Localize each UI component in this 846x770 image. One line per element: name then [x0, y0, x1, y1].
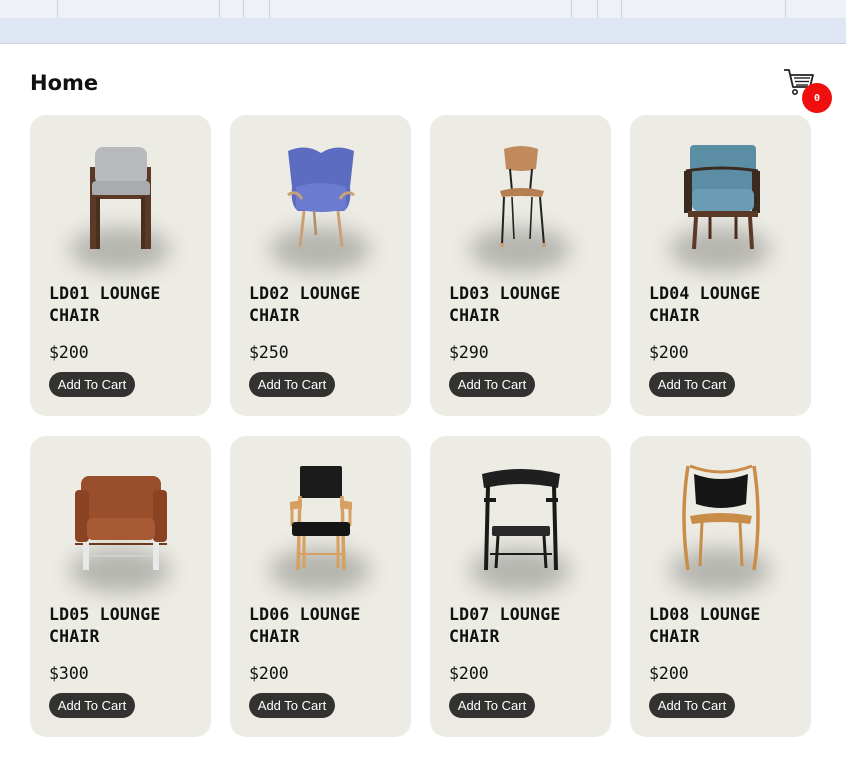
teal-armchair-icon [683, 145, 760, 250]
product-name: LD02 LOUNGE CHAIR [249, 284, 361, 325]
toolbar-divider [269, 0, 270, 18]
product-price: $200 [249, 664, 289, 683]
cart-button[interactable]: 0 [780, 66, 832, 114]
black-oak-armchair-icon [289, 466, 352, 571]
product-card[interactable]: LD03 LOUNGE CHAIR $290 Add To Cart [430, 115, 611, 416]
product-image [430, 135, 611, 280]
shell-chair-icon [681, 464, 760, 571]
product-price: $200 [649, 664, 689, 683]
wooden-side-chair-icon [499, 146, 546, 247]
toolbar-divider [219, 0, 220, 18]
product-image [30, 135, 211, 280]
toolbar-divider [785, 0, 786, 18]
product-price: $200 [49, 343, 89, 362]
product-name: LD08 LOUNGE CHAIR [649, 605, 761, 646]
product-image [630, 135, 811, 280]
product-card[interactable]: LD05 LOUNGE CHAIR $300 Add To Cart [30, 436, 211, 737]
add-to-cart-button[interactable]: Add To Cart [49, 372, 135, 397]
product-image [430, 456, 611, 601]
product-name: LD05 LOUNGE CHAIR [49, 605, 161, 646]
add-to-cart-button[interactable]: Add To Cart [49, 693, 135, 718]
product-name: LD01 LOUNGE CHAIR [49, 284, 161, 325]
product-name: LD03 LOUNGE CHAIR [449, 284, 561, 325]
product-price: $300 [49, 664, 89, 683]
add-to-cart-button[interactable]: Add To Cart [649, 372, 735, 397]
product-image [630, 456, 811, 601]
add-to-cart-button[interactable]: Add To Cart [449, 693, 535, 718]
product-card[interactable]: LD07 LOUNGE CHAIR $200 Add To Cart [430, 436, 611, 737]
product-price: $290 [449, 343, 489, 362]
leather-armchair-icon [74, 476, 167, 570]
product-image [30, 456, 211, 601]
add-to-cart-button[interactable]: Add To Cart [249, 372, 335, 397]
blue-wingback-chair-icon [286, 147, 355, 248]
product-card[interactable]: LD06 LOUNGE CHAIR $200 Add To Cart [230, 436, 411, 737]
product-name: LD06 LOUNGE CHAIR [249, 605, 361, 646]
add-to-cart-button[interactable]: Add To Cart [449, 372, 535, 397]
product-card[interactable]: LD01 LOUNGE CHAIR $200 Add To Cart [30, 115, 211, 416]
product-price: $200 [449, 664, 489, 683]
toolbar-divider [621, 0, 622, 18]
product-price: $200 [649, 343, 689, 362]
add-to-cart-button[interactable]: Add To Cart [249, 693, 335, 718]
grey-armchair-icon [89, 147, 151, 249]
product-image [230, 456, 411, 601]
cart-count-badge: 0 [802, 83, 832, 113]
product-image [230, 135, 411, 280]
product-card[interactable]: LD04 LOUNGE CHAIR $200 Add To Cart [630, 115, 811, 416]
page-title: Home [30, 71, 99, 95]
toolbar-divider [243, 0, 244, 18]
product-card[interactable]: LD02 LOUNGE CHAIR $250 Add To Cart [230, 115, 411, 416]
browser-band [0, 18, 846, 44]
product-card[interactable]: LD08 LOUNGE CHAIR $200 Add To Cart [630, 436, 811, 737]
toolbar-divider [57, 0, 58, 18]
toolbar-divider [597, 0, 598, 18]
black-lounge-chair-icon [481, 469, 560, 571]
toolbar-divider [571, 0, 572, 18]
browser-toolbar [0, 0, 846, 18]
add-to-cart-button[interactable]: Add To Cart [649, 693, 735, 718]
product-name: LD07 LOUNGE CHAIR [449, 605, 561, 646]
product-grid: LD01 LOUNGE CHAIR $200 Add To Cart LD02 … [30, 115, 811, 737]
product-price: $250 [249, 343, 289, 362]
product-name: LD04 LOUNGE CHAIR [649, 284, 761, 325]
